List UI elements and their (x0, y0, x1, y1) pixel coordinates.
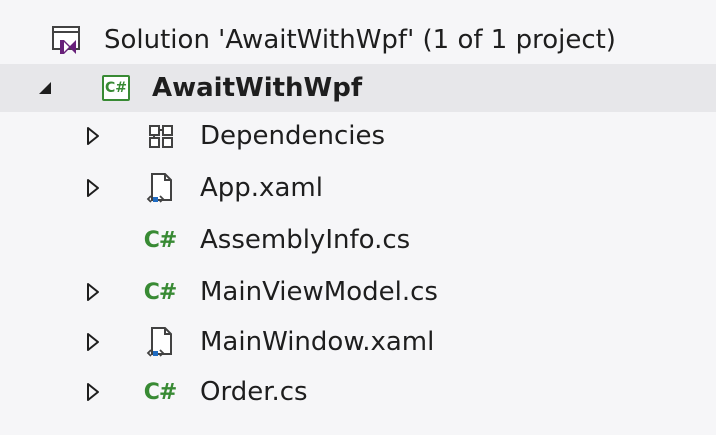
solution-explorer: Solution 'AwaitWithWpf' (1 of 1 project)… (0, 0, 716, 435)
tree-item-label: Dependencies (200, 121, 386, 151)
dependencies-icon (146, 120, 178, 152)
expand-arrow-icon[interactable] (84, 176, 102, 200)
tree-item-dependencies[interactable]: Dependencies (0, 112, 716, 160)
tree-item-order-cs[interactable]: C# Order.cs (0, 368, 716, 416)
tree-item-label: MainWindow.xaml (200, 327, 435, 357)
tree-item-mainwindow-xaml[interactable]: MainWindow.xaml (0, 318, 716, 366)
csharp-file-icon: C# (143, 379, 178, 405)
collapse-arrow-icon[interactable] (36, 76, 54, 100)
solution-node[interactable]: Solution 'AwaitWithWpf' (1 of 1 project) (0, 16, 716, 64)
csharp-file-icon: C# (143, 279, 178, 305)
csharp-project-icon: C# (100, 72, 132, 104)
expand-arrow-icon[interactable] (84, 280, 102, 304)
project-node[interactable]: C# AwaitWithWpf (0, 64, 716, 112)
tree-item-mainviewmodel-cs[interactable]: C# MainViewModel.cs (0, 268, 716, 316)
tree-item-app-xaml[interactable]: App.xaml (0, 164, 716, 212)
expand-arrow-icon[interactable] (84, 124, 102, 148)
solution-icon (50, 24, 82, 56)
tree-item-label: App.xaml (200, 173, 323, 203)
tree-item-assemblyinfo-cs[interactable]: C# AssemblyInfo.cs (0, 216, 716, 264)
tree-item-label: AssemblyInfo.cs (200, 225, 411, 255)
expand-arrow-icon[interactable] (84, 330, 102, 354)
project-label: AwaitWithWpf (152, 73, 363, 103)
xaml-file-icon (144, 172, 176, 204)
expand-arrow-icon[interactable] (84, 380, 102, 404)
csharp-file-icon: C# (143, 227, 178, 253)
tree-item-label: MainViewModel.cs (200, 277, 438, 307)
solution-label: Solution 'AwaitWithWpf' (1 of 1 project) (104, 25, 616, 55)
tree-item-label: Order.cs (200, 377, 308, 407)
xaml-file-icon (144, 326, 176, 358)
